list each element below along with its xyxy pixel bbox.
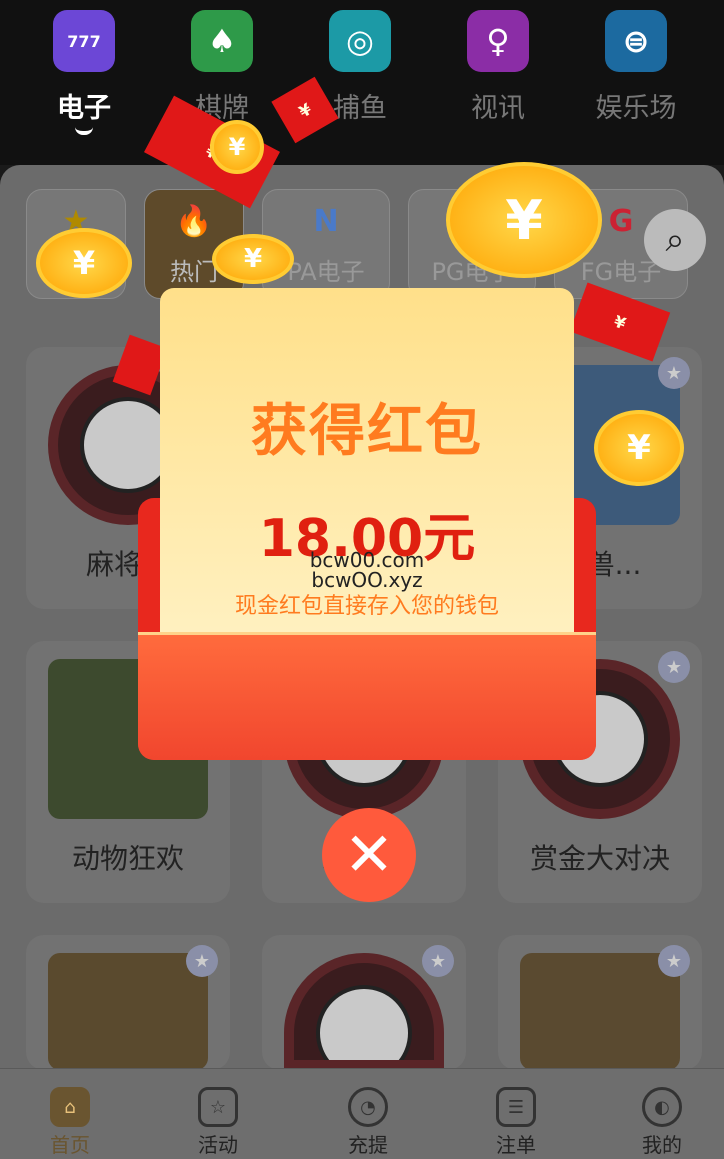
live-dealer-icon: ♀ xyxy=(467,10,529,72)
favorite-star-icon[interactable]: ★ xyxy=(658,651,690,683)
bottom-navigation: ⌂ 首页 ☆ 活动 ◔ 充提 ☰ 注单 ◐ 我的 xyxy=(0,1068,724,1159)
sports-ball-thumbnail xyxy=(284,953,444,1070)
close-icon: ✕ xyxy=(343,820,395,890)
favorite-star-icon[interactable]: ★ xyxy=(658,357,690,389)
nav-profile[interactable]: ◐ 我的 xyxy=(612,1087,712,1158)
favorite-star-icon[interactable]: ★ xyxy=(186,945,218,977)
home-icon: ⌂ xyxy=(50,1087,90,1127)
roulette-icon: ⊜ xyxy=(605,10,667,72)
reward-description: 现金红包直接存入您的钱包 xyxy=(234,594,499,619)
envelope-front xyxy=(138,632,596,760)
game-name: 赏金大对决 xyxy=(529,842,670,875)
nav-label: 活动 xyxy=(198,1133,238,1157)
orders-icon: ☰ xyxy=(496,1087,536,1127)
soccer-ball-icon xyxy=(316,985,412,1060)
red-packet-modal: 获得红包 18.00元 bcw00.com bcwOO.xyz 现金红包直接存入… xyxy=(138,288,596,760)
top-category-bar: 777 电子 ♠ 棋牌 ◎ 捕鱼 ♀ 视讯 ⊜ 娱乐场 xyxy=(0,0,724,165)
category-electronic[interactable]: 777 电子 xyxy=(24,10,144,135)
fish-icon: ◎ xyxy=(329,10,391,72)
nav-label: 我的 xyxy=(642,1133,682,1157)
nav-activity[interactable]: ☆ 活动 xyxy=(168,1087,268,1158)
gold-coin-icon: ¥ xyxy=(212,234,294,284)
nav-label: 注单 xyxy=(496,1133,536,1157)
category-label: 视讯 xyxy=(471,93,525,124)
game-card[interactable]: ★ xyxy=(498,935,702,1070)
fly-game-thumbnail xyxy=(48,953,208,1070)
search-icon: ⌕ xyxy=(665,220,685,260)
nav-orders[interactable]: ☰ 注单 xyxy=(466,1087,566,1158)
nav-label: 充提 xyxy=(348,1133,388,1157)
favorite-star-icon[interactable]: ★ xyxy=(658,945,690,977)
nav-label: 首页 xyxy=(50,1133,90,1157)
game-name: 动物狂欢 xyxy=(71,842,184,875)
mona-lisa-game-thumbnail xyxy=(520,953,680,1070)
active-indicator xyxy=(75,127,93,135)
slot-777-icon: 777 xyxy=(53,10,115,72)
category-live-video[interactable]: ♀ 视讯 xyxy=(438,10,558,125)
game-card[interactable]: ★ xyxy=(262,935,466,1070)
activity-icon: ☆ xyxy=(198,1087,238,1127)
spade-icon: ♠ xyxy=(191,10,253,72)
nav-home[interactable]: ⌂ 首页 xyxy=(20,1087,120,1158)
close-modal-button[interactable]: ✕ xyxy=(322,808,416,902)
category-casino[interactable]: ⊜ 娱乐场 xyxy=(576,10,696,125)
favorite-star-icon[interactable]: ★ xyxy=(422,945,454,977)
category-label: 电子 xyxy=(57,93,111,124)
search-button[interactable]: ⌕ xyxy=(644,209,706,271)
wallet-icon: ◔ xyxy=(348,1087,388,1127)
category-label: 娱乐场 xyxy=(595,93,677,124)
gold-coin-icon: ¥ xyxy=(594,410,684,486)
gold-coin-icon: ¥ xyxy=(36,228,132,298)
nav-deposit-withdraw[interactable]: ◔ 充提 xyxy=(318,1087,418,1158)
gold-coin-icon: ¥ xyxy=(446,162,602,278)
profile-icon: ◐ xyxy=(642,1087,682,1127)
modal-title: 获得红包 xyxy=(251,399,483,464)
game-card[interactable]: ★ xyxy=(26,935,230,1070)
gold-coin-icon: ¥ xyxy=(210,120,264,174)
